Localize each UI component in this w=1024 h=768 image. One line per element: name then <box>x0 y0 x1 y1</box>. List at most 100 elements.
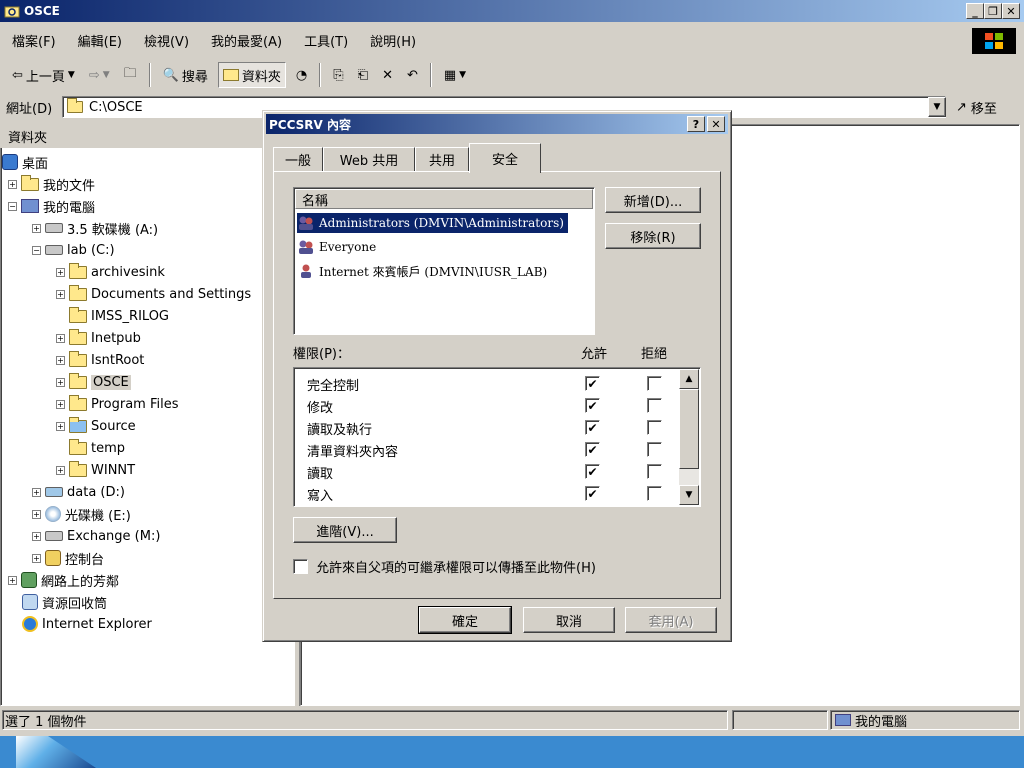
tab-web-sharing[interactable]: Web 共用 <box>323 147 415 171</box>
menu-tools[interactable]: 工具(T) <box>304 31 348 50</box>
undo-button[interactable]: ↶ <box>403 62 422 88</box>
allow-checkbox[interactable]: ✔ <box>585 442 600 457</box>
tree-item-program-files[interactable]: + Program Files <box>56 394 179 414</box>
collapse-icon[interactable]: − <box>8 201 17 211</box>
window-titlebar[interactable]: OSCE _ ❐ ✕ <box>0 0 1024 22</box>
expand-icon[interactable]: + <box>8 179 17 189</box>
menu-view[interactable]: 檢視(V) <box>144 31 189 50</box>
folders-button[interactable]: 資料夾 <box>217 62 286 88</box>
tree-item-temp[interactable]: temp <box>69 438 125 458</box>
cancel-button[interactable]: 取消 <box>523 607 615 633</box>
tree-item-winnt[interactable]: + WINNT <box>56 460 135 480</box>
expand-icon[interactable]: + <box>32 531 41 541</box>
deny-checkbox[interactable] <box>647 464 662 479</box>
tree-item-imss-rilog[interactable]: IMSS_RILOG <box>69 306 169 326</box>
expand-icon[interactable]: + <box>56 333 65 343</box>
close-button[interactable]: ✕ <box>1002 3 1020 19</box>
tab-security[interactable]: 安全 <box>469 143 541 173</box>
tree-item-drive-m[interactable]: + Exchange (M:) <box>32 526 160 546</box>
deny-checkbox[interactable] <box>647 420 662 435</box>
menu-help[interactable]: 說明(H) <box>370 31 416 50</box>
deny-checkbox[interactable] <box>647 398 662 413</box>
remove-button[interactable]: 移除(R) <box>605 223 701 249</box>
names-column-header[interactable]: 名稱 <box>295 189 593 209</box>
scroll-down-button[interactable]: ▼ <box>679 485 699 505</box>
allow-checkbox[interactable]: ✔ <box>585 398 600 413</box>
tree-item-archivesink[interactable]: + archivesink <box>56 262 165 282</box>
copy-to-button[interactable]: ⎗ <box>354 62 372 88</box>
expand-icon[interactable]: + <box>56 399 65 409</box>
address-dropdown-button[interactable]: ▼ <box>928 97 946 117</box>
tree-item-internet-explorer[interactable]: Internet Explorer <box>22 614 152 634</box>
up-folder-button[interactable]: 🗀 <box>120 62 141 88</box>
list-item-administrators[interactable]: Administrators (DMVIN\Administrators) <box>297 213 568 233</box>
tree-item-inetpub[interactable]: + Inetpub <box>56 328 141 348</box>
copy-to-icon: ⎗ <box>357 67 369 83</box>
tree-item-recycle-bin[interactable]: 資源回收筒 <box>22 592 107 612</box>
deny-checkbox[interactable] <box>647 442 662 457</box>
search-button[interactable]: 🔍 搜尋 <box>159 62 212 88</box>
tree-item-documents-and-settings[interactable]: + Documents and Settings <box>56 284 251 304</box>
list-item-everyone[interactable]: Everyone <box>297 237 376 257</box>
tree-item-isntroot[interactable]: + IsntRoot <box>56 350 144 370</box>
permissions-scrollbar[interactable]: ▲ ▼ <box>679 369 699 505</box>
expand-icon[interactable]: + <box>56 465 65 475</box>
scroll-thumb[interactable] <box>679 389 699 469</box>
delete-button[interactable]: ✕ <box>378 62 397 88</box>
address-value: C:\OSCE <box>89 99 143 115</box>
allow-checkbox[interactable]: ✔ <box>585 464 600 479</box>
expand-icon[interactable]: + <box>32 223 41 233</box>
allow-checkbox[interactable]: ✔ <box>585 486 600 501</box>
advanced-button[interactable]: 進階(V)... <box>293 517 397 543</box>
minimize-button[interactable]: _ <box>966 3 984 19</box>
allow-checkbox[interactable]: ✔ <box>585 376 600 391</box>
tree-item-my-documents[interactable]: + 我的文件 <box>8 174 95 194</box>
deny-checkbox[interactable] <box>647 376 662 391</box>
inherit-permissions-checkbox[interactable] <box>293 559 308 574</box>
toolbar-separator <box>148 63 151 87</box>
expand-icon[interactable]: + <box>56 289 65 299</box>
deny-checkbox[interactable] <box>647 486 662 501</box>
menu-favorites[interactable]: 我的最愛(A) <box>211 31 282 50</box>
go-button[interactable]: ↗ 移至 <box>956 96 997 118</box>
help-button[interactable]: ? <box>687 116 705 132</box>
views-button[interactable]: ▦ ▼ <box>440 62 470 88</box>
tree-item-floppy[interactable]: + 3.5 軟碟機 (A:) <box>32 218 158 238</box>
expand-icon[interactable]: + <box>56 421 65 431</box>
tree-item-drive-c[interactable]: − lab (C:) <box>32 240 115 260</box>
expand-icon[interactable]: + <box>32 509 41 519</box>
maximize-button[interactable]: ❐ <box>984 3 1002 19</box>
expand-icon[interactable]: + <box>32 487 41 497</box>
move-to-button[interactable]: ⎘ <box>329 62 347 88</box>
back-button[interactable]: ⇦ 上一頁 ▼ <box>8 62 79 88</box>
expand-icon[interactable]: + <box>56 377 65 387</box>
allow-checkbox[interactable]: ✔ <box>585 420 600 435</box>
expand-icon[interactable]: + <box>56 355 65 365</box>
tree-item-drive-d[interactable]: + data (D:) <box>32 482 125 502</box>
tree-item-source[interactable]: + Source <box>56 416 136 436</box>
apply-button[interactable]: 套用(A) <box>625 607 717 633</box>
tree-item-network[interactable]: + 網路上的芳鄰 <box>8 570 119 590</box>
menu-file[interactable]: 檔案(F) <box>12 31 56 50</box>
history-button[interactable]: ◔ <box>292 62 311 88</box>
tab-sharing[interactable]: 共用 <box>415 147 469 171</box>
forward-button[interactable]: ⇨ ▼ <box>85 62 114 88</box>
tab-general[interactable]: 一般 <box>273 147 323 171</box>
expand-icon[interactable]: + <box>56 267 65 277</box>
collapse-icon[interactable]: − <box>32 245 41 255</box>
inherit-permissions-option[interactable]: 允許來自父項的可繼承權限可以傳播至此物件(H) <box>293 557 596 576</box>
add-button[interactable]: 新增(D)... <box>605 187 701 213</box>
tree-item-control-panel[interactable]: + 控制台 <box>32 548 104 568</box>
dialog-titlebar[interactable]: PCCSRV 內容 ? ✕ <box>266 114 728 134</box>
tree-item-osce[interactable]: + OSCE <box>56 372 131 392</box>
tree-item-desktop[interactable]: 桌面 <box>2 152 48 172</box>
tree-item-cdrom[interactable]: + 光碟機 (E:) <box>32 504 131 524</box>
menu-edit[interactable]: 編輯(E) <box>78 31 122 50</box>
expand-icon[interactable]: + <box>32 553 41 563</box>
expand-icon[interactable]: + <box>8 575 17 585</box>
scroll-up-button[interactable]: ▲ <box>679 369 699 389</box>
tree-item-my-computer[interactable]: − 我的電腦 <box>8 196 95 216</box>
ok-button[interactable]: 確定 <box>418 606 512 634</box>
dialog-close-button[interactable]: ✕ <box>707 116 725 132</box>
list-item-internet-guest[interactable]: Internet 來賓帳戶 (DMVIN\IUSR_LAB) <box>297 261 547 281</box>
